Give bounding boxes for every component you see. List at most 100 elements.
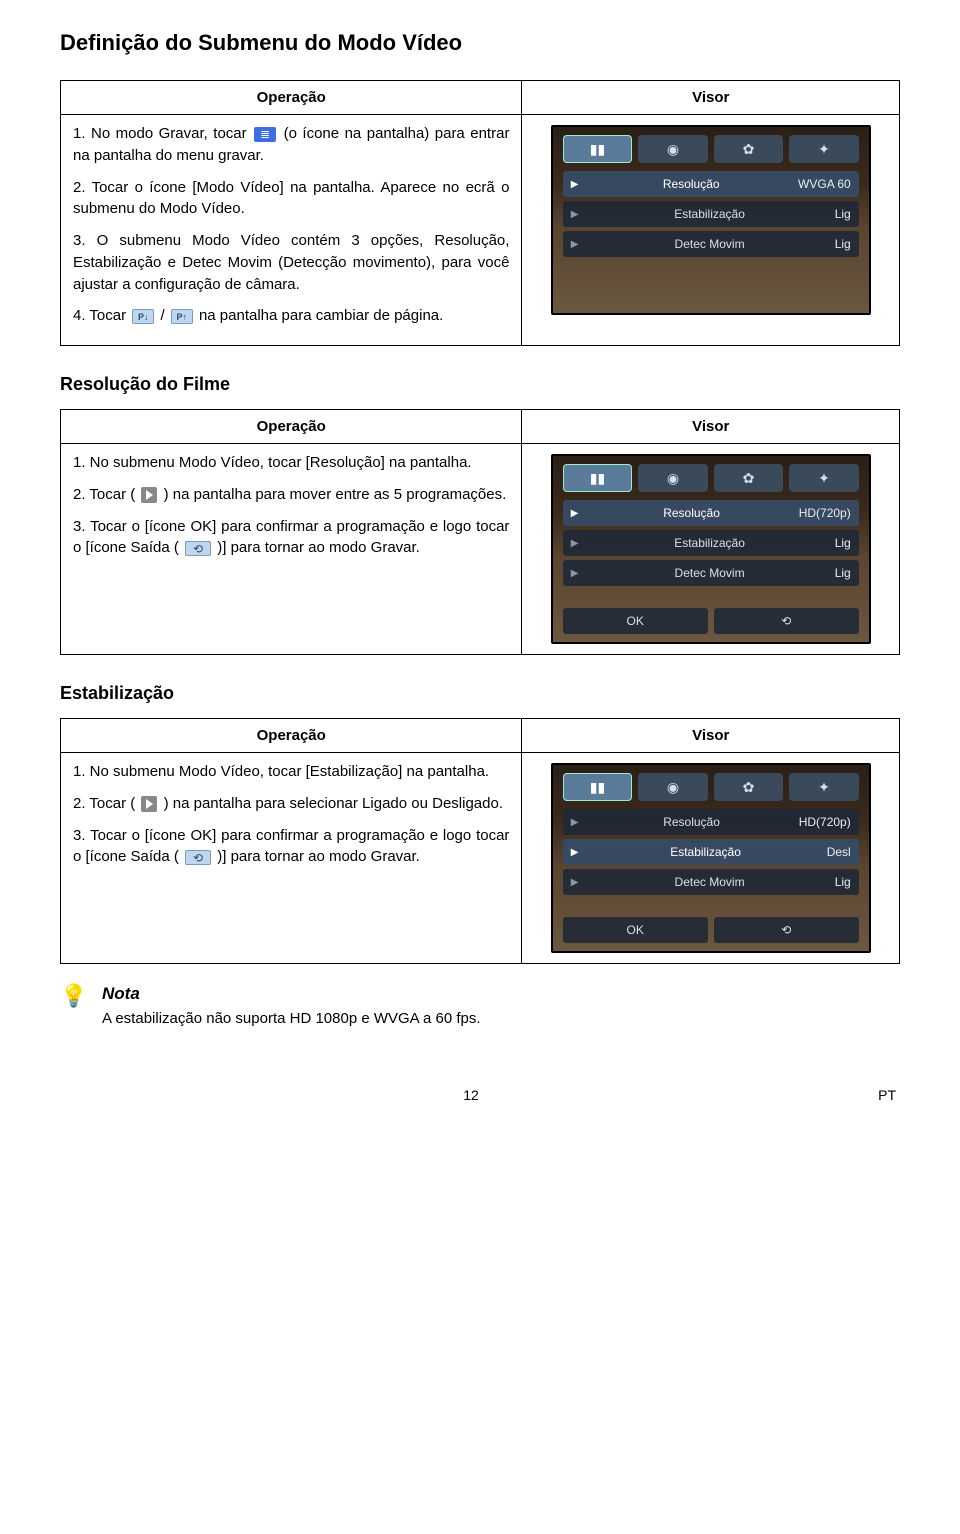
note-block: 💡 Nota A estabilização não suporta HD 10… [60, 984, 900, 1027]
step-text: ) na pantalha para selecionar Ligado ou … [164, 795, 503, 812]
steps-list: 1. No submenu Modo Vídeo, tocar [Resoluç… [73, 452, 509, 559]
tab-camera-icon: ◉ [638, 464, 708, 492]
steps-list: 1. No modo Gravar, tocar (o ícone na pan… [73, 123, 509, 327]
triangle-icon: ▶ [571, 179, 579, 190]
tab-tools-icon: ✦ [789, 464, 859, 492]
step-text: 4. Tocar [73, 307, 130, 324]
tab-tools-icon: ✦ [789, 135, 859, 163]
col-header-operacao: Operação [61, 410, 522, 444]
camera-screen-mock: ▮▮ ◉ ✿ ✦ ▶ResoluçãoWVGA 60▶Estabilização… [551, 125, 871, 315]
play-icon [141, 796, 157, 812]
step-text: 2. Tocar ( [73, 795, 139, 812]
ok-button-label: OK [563, 917, 708, 943]
step-text: / [160, 307, 168, 324]
col-header-visor: Visor [522, 719, 900, 753]
menu-row: ▶ EstabilizaçãoLig [563, 530, 859, 556]
page-up-icon [171, 309, 193, 324]
menu-row-label: Resolução [584, 815, 798, 829]
menu-row-value: Lig [835, 566, 851, 580]
menu-row-label: Resolução [584, 177, 798, 191]
col-header-visor: Visor [522, 81, 900, 115]
menu-row-value: Lig [835, 875, 851, 889]
list-item: 1. No submenu Modo Vídeo, tocar [Estabil… [73, 761, 509, 783]
list-item: 2. Tocar o ícone [Modo Vídeo] na pantalh… [73, 177, 509, 221]
play-icon [141, 487, 157, 503]
tab-tools-icon: ✦ [789, 773, 859, 801]
triangle-icon: ▶ [571, 847, 579, 858]
list-item: 3. Tocar o [ícone OK] para confirmar a p… [73, 516, 509, 560]
menu-row-value: WVGA 60 [798, 177, 851, 191]
table-estabilizacao: Operação Visor 1. No submenu Modo Vídeo,… [60, 718, 900, 964]
tab-video-icon: ▮▮ [563, 773, 633, 801]
triangle-icon: ▶ [571, 508, 579, 519]
tab-effect-icon: ✿ [714, 773, 784, 801]
col-header-visor: Visor [522, 410, 900, 444]
back-icon: ⟲ [714, 608, 859, 634]
camera-screen-mock: ▮▮ ◉ ✿ ✦ ▶ ResoluçãoHD(720p) ▶ Estabilizaçã… [551, 763, 871, 953]
menu-row-label: Detec Movim [584, 566, 834, 580]
menu-row: ▶ Detec MovimLig [563, 231, 859, 257]
menu-row: ▶ ResoluçãoHD(720p) [563, 500, 859, 526]
tab-effect-icon: ✿ [714, 135, 784, 163]
table-resolucao: Operação Visor 1. No submenu Modo Vídeo,… [60, 409, 900, 655]
menu-row-label: Detec Movim [584, 237, 834, 251]
page-lang: PT [878, 1087, 896, 1103]
note-title: Nota [102, 984, 900, 1004]
menu-row: ▶ EstabilizaçãoDesl [563, 839, 859, 865]
tab-camera-icon: ◉ [638, 773, 708, 801]
tab-effect-icon: ✿ [714, 464, 784, 492]
menu-row-label: Detec Movim [584, 875, 834, 889]
list-item: 1. No modo Gravar, tocar (o ícone na pan… [73, 123, 509, 167]
menu-row-label: Estabilização [584, 207, 834, 221]
section-title-estabilizacao: Estabilização [60, 683, 900, 704]
page-title: Definição do Submenu do Modo Vídeo [60, 30, 900, 56]
menu-row-label: Resolução [584, 506, 798, 520]
step-text: )] para tornar ao modo Gravar. [217, 848, 420, 865]
col-header-operacao: Operação [61, 719, 522, 753]
list-item: 3. O submenu Modo Vídeo contém 3 opções,… [73, 230, 509, 295]
lightbulb-icon: 💡 [60, 982, 88, 1010]
menu-row-label: Estabilização [584, 845, 826, 859]
menu-row: ▶ EstabilizaçãoLig [563, 201, 859, 227]
menu-icon [254, 127, 276, 142]
step-text: )] para tornar ao modo Gravar. [217, 539, 420, 556]
triangle-icon: ▶ [571, 239, 579, 250]
list-item: 2. Tocar ( ) na pantalha para selecionar… [73, 793, 509, 815]
steps-list: 1. No submenu Modo Vídeo, tocar [Estabil… [73, 761, 509, 868]
menu-row-value: HD(720p) [799, 506, 851, 520]
step-text: na pantalha para cambiar de página. [199, 307, 443, 324]
menu-row-value: Desl [827, 845, 851, 859]
list-item: 4. Tocar / na pantalha para cambiar de p… [73, 305, 509, 327]
menu-row-value: Lig [835, 536, 851, 550]
menu-row: ▶ Detec MovimLig [563, 869, 859, 895]
step-text: 1. No modo Gravar, tocar [73, 125, 252, 142]
note-text: A estabilização não suporta HD 1080p e W… [102, 1010, 900, 1027]
triangle-icon: ▶ [571, 568, 579, 579]
menu-row: ▶ ResoluçãoWVGA 60 [563, 171, 859, 197]
page-number: 12 [463, 1087, 479, 1103]
step-text: ) na pantalha para mover entre as 5 prog… [164, 486, 507, 503]
col-header-operacao: Operação [61, 81, 522, 115]
tab-video-icon: ▮▮ [563, 135, 633, 163]
menu-row-value: HD(720p) [799, 815, 851, 829]
menu-row-label: Estabilização [584, 536, 834, 550]
triangle-icon: ▶ [571, 877, 579, 888]
step-text: 2. Tocar ( [73, 486, 139, 503]
menu-row: ▶ ResoluçãoHD(720p) [563, 809, 859, 835]
ok-button-label: OK [563, 608, 708, 634]
page-down-icon [132, 309, 154, 324]
triangle-icon: ▶ [571, 538, 579, 549]
menu-row-value: Lig [835, 237, 851, 251]
menu-row-value: Lig [835, 207, 851, 221]
list-item: 2. Tocar ( ) na pantalha para mover entr… [73, 484, 509, 506]
back-icon: ⟲ [714, 917, 859, 943]
menu-row: ▶ Detec MovimLig [563, 560, 859, 586]
section-title-resolucao: Resolução do Filme [60, 374, 900, 395]
page-footer: 12 PT [60, 1087, 900, 1103]
exit-icon [185, 541, 211, 556]
triangle-icon: ▶ [571, 209, 579, 220]
list-item: 3. Tocar o [ícone OK] para confirmar a p… [73, 825, 509, 869]
exit-icon [185, 850, 211, 865]
triangle-icon: ▶ [571, 817, 579, 828]
table-video-submenu: Operação Visor 1. No modo Gravar, tocar … [60, 80, 900, 346]
